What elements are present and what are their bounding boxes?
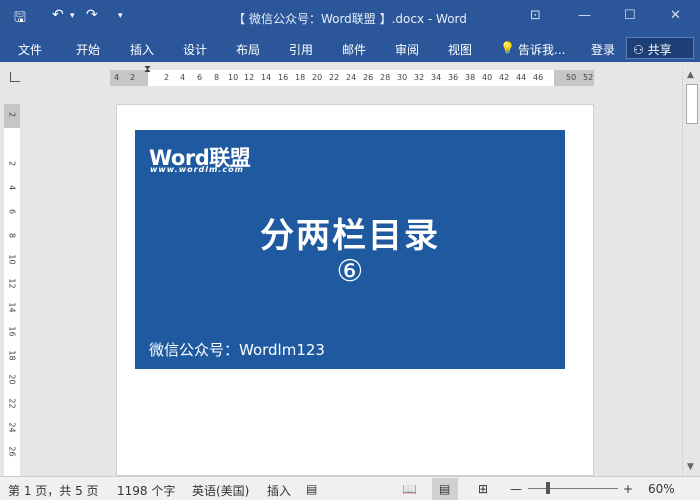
ruler-tick: 28 <box>380 73 391 82</box>
tab-layout[interactable]: 布局 <box>236 41 260 58</box>
tab-references[interactable]: 引用 <box>289 41 313 58</box>
logo-url: www.wordlm.com <box>150 165 244 174</box>
ruler-tick: 46 <box>533 73 544 82</box>
ruler-tick: 30 <box>397 73 408 82</box>
zoom-in-button[interactable]: + <box>623 482 633 496</box>
banner-headline: 分两栏目录 <box>260 216 440 256</box>
zoom-level[interactable]: 60% <box>648 482 675 496</box>
ruler-tick: 4 <box>180 73 186 82</box>
episode-number: ⑥ <box>336 254 364 289</box>
insert-mode[interactable]: 插入 <box>267 482 291 499</box>
zoom-slider-thumb[interactable] <box>546 482 550 494</box>
ruler-tick: 50 <box>566 73 577 82</box>
ruler-tick: 44 <box>516 73 527 82</box>
ruler-tick: 10 <box>7 254 17 265</box>
ruler-tick: 34 <box>431 73 442 82</box>
share-label: 共享 <box>647 43 672 57</box>
login-link[interactable]: 登录 <box>591 41 615 58</box>
ruler-tick: 42 <box>499 73 510 82</box>
tab-review[interactable]: 审阅 <box>395 41 419 58</box>
share-button[interactable]: ⚇ 共享 <box>626 37 694 59</box>
ruler-tick: 18 <box>295 73 306 82</box>
horizontal-ruler: 4 2 ⧗ 2 4 6 8 10 12 14 16 18 20 22 24 26… <box>0 62 700 96</box>
minimize-icon[interactable]: — <box>578 8 591 23</box>
close-icon[interactable]: ✕ <box>670 8 681 23</box>
read-mode-icon[interactable]: 📖 <box>402 482 417 496</box>
vertical-ruler[interactable]: 2 2 4 6 8 10 12 14 16 18 20 22 24 26 <box>4 104 20 476</box>
page-count[interactable]: 第 1 页，共 5 页 <box>8 482 99 499</box>
word-count[interactable]: 1198 个字 <box>117 482 175 499</box>
ruler-tick: 6 <box>197 73 203 82</box>
ruler-tick: 8 <box>214 73 220 82</box>
tab-view[interactable]: 视图 <box>448 41 472 58</box>
ruler-tick: 38 <box>465 73 476 82</box>
ruler-tick: 24 <box>346 73 357 82</box>
ruler-tick: 32 <box>414 73 425 82</box>
tab-mailings[interactable]: 邮件 <box>342 41 366 58</box>
ruler-tick: 2 <box>7 111 17 118</box>
ruler-tick: 4 <box>114 73 120 82</box>
ruler-tick: 16 <box>278 73 289 82</box>
ruler-tick: 12 <box>244 73 255 82</box>
ruler-tick: 20 <box>312 73 323 82</box>
tab-selector[interactable] <box>10 72 20 82</box>
ruler-tick: 2 <box>130 73 136 82</box>
tab-design[interactable]: 设计 <box>183 41 207 58</box>
ruler-tick: 26 <box>7 446 17 457</box>
zoom-out-button[interactable]: — <box>510 482 522 496</box>
window-title: 【 微信公众号：Word联盟 】.docx - Word <box>233 12 467 26</box>
ruler-tick: 20 <box>7 374 17 385</box>
scroll-down-icon[interactable]: ▼ <box>687 462 694 472</box>
tell-me-search[interactable]: 告诉我... <box>518 41 565 58</box>
ruler-tick: 14 <box>261 73 272 82</box>
ruler-tick: 2 <box>7 160 17 167</box>
ribbon-options-icon[interactable]: ⊡ <box>530 8 541 23</box>
zoom-slider-track[interactable] <box>528 488 618 489</box>
web-layout-icon[interactable]: ⊞ <box>478 482 488 496</box>
ruler-tick: 22 <box>7 398 17 409</box>
ruler-tick: 4 <box>7 184 17 191</box>
ruler-tick: 52 <box>583 73 594 82</box>
tab-insert[interactable]: 插入 <box>130 41 154 58</box>
ruler-tick: 16 <box>7 326 17 337</box>
maximize-icon[interactable]: ☐ <box>624 8 636 23</box>
ruler-tick: 2 <box>164 73 170 82</box>
macro-record-icon[interactable]: ▤ <box>306 482 317 496</box>
scroll-up-icon[interactable]: ▲ <box>687 70 694 80</box>
ruler-tick: 10 <box>228 73 239 82</box>
tab-home[interactable]: 开始 <box>76 41 100 58</box>
ruler-tick: 36 <box>448 73 459 82</box>
banner-footer-text: 微信公众号：Wordlm123 <box>149 341 325 359</box>
ruler-tick: 26 <box>363 73 374 82</box>
indent-marker-icon[interactable]: ⧗ <box>144 64 151 75</box>
tab-file[interactable]: 文件 <box>18 41 42 58</box>
ruler-tick: 14 <box>7 302 17 313</box>
cover-banner-image[interactable]: Word联盟 www.wordlm.com 分两栏目录 ⑥ 微信公众号：Word… <box>135 130 565 369</box>
language-indicator[interactable]: 英语(美国) <box>192 482 249 499</box>
ruler-tick: 8 <box>7 232 17 239</box>
vertical-scrollbar[interactable]: ▲ ▼ <box>682 68 700 476</box>
scroll-thumb[interactable] <box>686 84 698 124</box>
ruler-tick: 22 <box>329 73 340 82</box>
ruler-tick: 24 <box>7 422 17 433</box>
print-layout-icon[interactable]: ▤ <box>432 478 458 500</box>
title-bar: 🖫 ↶ ▾ ↷ ▾ 【 微信公众号：Word联盟 】.docx - Word ⊡… <box>0 0 700 34</box>
lightbulb-icon: 💡 <box>500 41 515 55</box>
ruler-tick: 18 <box>7 350 17 361</box>
ruler-tick: 12 <box>7 278 17 289</box>
person-icon: ⚇ <box>633 43 644 57</box>
ruler-tick: 6 <box>7 208 17 215</box>
ribbon-tabs: 文件 开始 插入 设计 布局 引用 邮件 审阅 视图 💡 告诉我... 登录 ⚇… <box>0 34 700 62</box>
ruler-tick: 40 <box>482 73 493 82</box>
status-bar: 第 1 页，共 5 页 1198 个字 英语(美国) 插入 ▤ 📖 ▤ ⊞ — … <box>0 476 700 500</box>
